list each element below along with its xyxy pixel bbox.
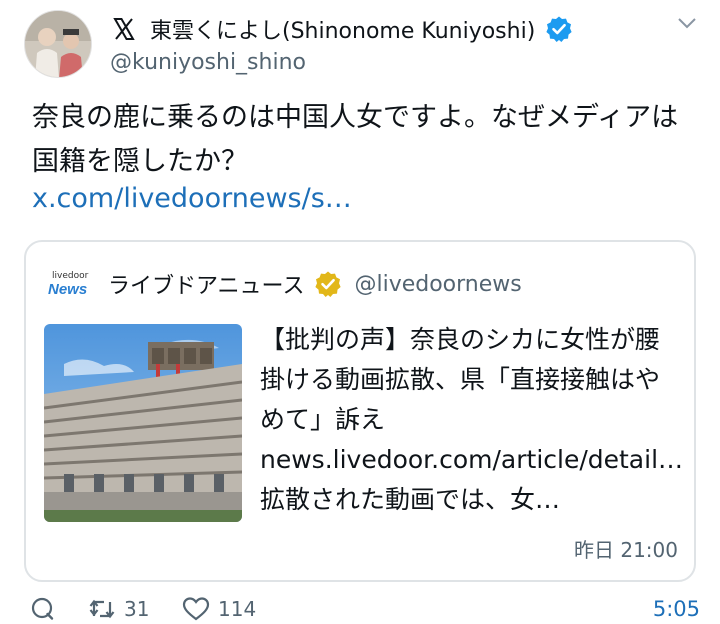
- article-title: 【批判の声】奈良のシカに女性が腰掛ける動画拡散、県「直接接触はやめて」訴え ne…: [260, 325, 684, 514]
- x-logo-icon: [110, 15, 138, 43]
- quoted-tweet-card[interactable]: livedoor News ライブドアニュース @livedoornews 【批…: [24, 240, 696, 582]
- quoted-timestamp: 昨日 21:00: [574, 538, 678, 562]
- reply-icon: [31, 597, 54, 620]
- verified-badge-icon: [546, 16, 572, 42]
- reply-button[interactable]: [30, 594, 64, 624]
- tweet-header: 東雲くによし(Shinonome Kuniyoshi) @kuniyoshi_s…: [110, 10, 700, 80]
- article-thumbnail[interactable]: [44, 324, 242, 522]
- retweet-icon: [89, 599, 115, 619]
- like-button[interactable]: 114: [182, 594, 256, 624]
- author-display-name[interactable]: 東雲くによし(Shinonome Kuniyoshi): [150, 13, 535, 45]
- tweet-text: 奈良の鹿に乗るのは中国人女ですよ。なぜメディアは国籍を隠したか？: [32, 102, 679, 177]
- author-row: 東雲くによし(Shinonome Kuniyoshi): [110, 12, 573, 46]
- quoted-author-handle[interactable]: @livedoornews: [354, 272, 521, 297]
- gold-verified-badge-icon: [315, 271, 342, 297]
- like-count: 114: [218, 597, 257, 621]
- quoted-author-row: livedoor News ライブドアニュース @livedoornews: [48, 268, 522, 300]
- tweet-time[interactable]: 5:05: [653, 594, 700, 624]
- heart-icon: [182, 597, 210, 621]
- action-bar: 31 114 5:05: [30, 594, 700, 624]
- tweet-link[interactable]: x.com/livedoornews/s…: [32, 183, 352, 214]
- author-handle[interactable]: @kuniyoshi_shino: [110, 50, 306, 75]
- avatar[interactable]: [24, 10, 92, 78]
- retweet-count: 31: [124, 597, 150, 621]
- livedoor-news-logo: livedoor News: [48, 271, 89, 298]
- quoted-author-name[interactable]: ライブドアニュース: [108, 268, 304, 300]
- retweet-button[interactable]: 31: [88, 594, 149, 624]
- chevron-down-icon[interactable]: [674, 10, 700, 36]
